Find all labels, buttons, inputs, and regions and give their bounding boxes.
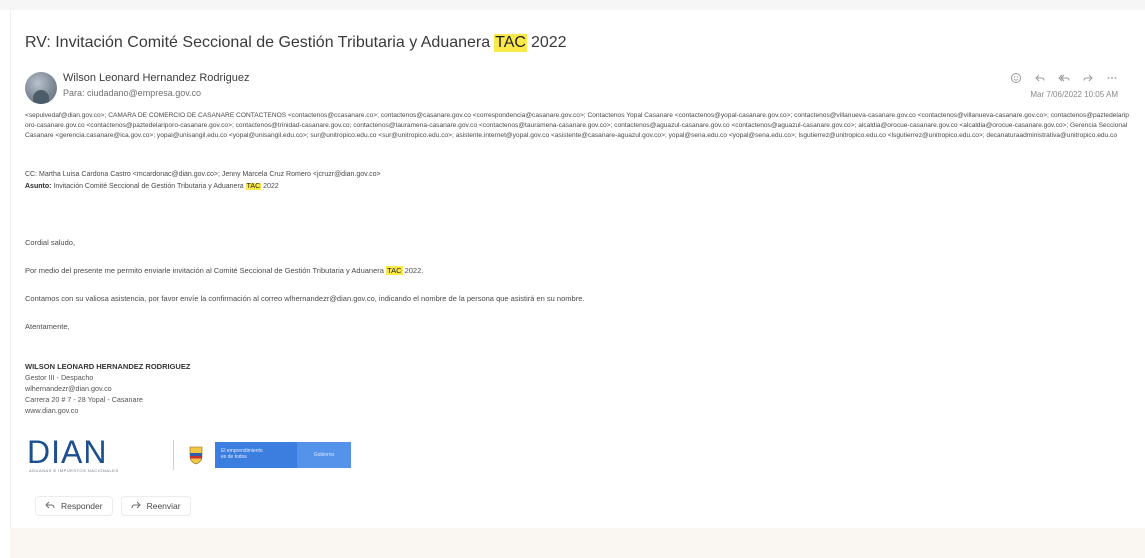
subject-suffix: 2022 <box>530 34 567 51</box>
signature-email[interactable]: wlhernandezr@dian.gov.co <box>25 384 112 393</box>
body-highlight: TAC <box>386 266 403 275</box>
dian-logo-mark: DIAN <box>27 434 108 470</box>
body-invitation: Por medio del presente me permito enviar… <box>25 266 423 275</box>
signature-role: Gestor III - Despacho <box>25 373 94 382</box>
reply-button-label: Responder <box>61 501 103 511</box>
emoji-icon[interactable] <box>1010 72 1022 84</box>
subject-line: Asunto: Invitación Comité Seccional de G… <box>25 183 279 190</box>
reply-all-icon[interactable] <box>1058 72 1070 84</box>
forward-icon[interactable] <box>1082 72 1094 84</box>
subject-line-prefix: Invitación Comité Seccional de Gestión T… <box>53 183 244 190</box>
message-actions <box>1010 72 1118 84</box>
email-subject: RV: Invitación Comité Seccional de Gesti… <box>25 34 567 52</box>
reply-bar: Responder Reenviar <box>35 496 191 516</box>
email-card: RV: Invitación Comité Seccional de Gesti… <box>10 10 1136 528</box>
signature-name: WILSON LEONARD HERNANDEZ RODRIGUEZ <box>25 362 191 371</box>
logo-divider <box>173 440 174 470</box>
sender-to: Para: ciudadano@empresa.gov.co <box>63 88 202 98</box>
forward-button-icon <box>131 500 141 512</box>
cc-line: CC: Martha Luisa Cardona Castro <mcardon… <box>25 171 381 178</box>
sender-avatar[interactable] <box>25 72 57 104</box>
subject-highlight: TAC <box>494 34 527 52</box>
subject-prefix: RV: Invitación Comité Seccional de Gesti… <box>25 34 491 51</box>
dian-logo: DIAN ADUANAS E IMPUESTOS NACIONALES <box>27 434 118 473</box>
subject-line-highlight: TAC <box>245 183 262 190</box>
signature-address: Carrera 20 # 7 - 28 Yopal - Casanare <box>25 395 143 404</box>
government-badge: El emprendimiento es de todos Gobierno <box>215 442 351 468</box>
dian-logo-tagline: ADUANAS E IMPUESTOS NACIONALES <box>29 468 119 473</box>
top-strip <box>0 0 1145 10</box>
coat-of-arms-icon <box>189 446 203 465</box>
signature-web[interactable]: www.dian.gov.co <box>25 406 78 415</box>
gov-badge-slogan: El emprendimiento es de todos <box>215 442 297 468</box>
closing: Atentamente, <box>25 322 70 331</box>
body-prefix: Por medio del presente me permito enviar… <box>25 266 384 275</box>
more-options-icon[interactable] <box>1106 72 1118 84</box>
body-suffix: 2022. <box>404 266 424 275</box>
sender-name[interactable]: Wilson Leonard Hernandez Rodriguez <box>63 72 250 84</box>
subject-line-suffix: 2022 <box>263 183 279 190</box>
reply-button[interactable]: Responder <box>35 496 113 516</box>
bottom-strip <box>10 528 1145 558</box>
message-datetime: Mar 7/06/2022 10:05 AM <box>1030 90 1118 99</box>
reply-button-icon <box>45 500 55 512</box>
recipients-list: <sepulvedaf@dian.gov.co>; CAMARA DE COME… <box>25 112 1129 139</box>
reply-icon[interactable] <box>1034 72 1046 84</box>
body-confirm: Contamos con su valiosa asistencia, por … <box>25 294 585 303</box>
greeting: Cordial saludo, <box>25 238 76 247</box>
forward-button[interactable]: Reenviar <box>120 496 191 516</box>
subject-label: Asunto: <box>25 183 52 190</box>
email-reading-pane: RV: Invitación Comité Seccional de Gesti… <box>0 0 1145 558</box>
forward-button-label: Reenviar <box>146 501 181 511</box>
gov-badge-label: Gobierno <box>297 442 351 468</box>
